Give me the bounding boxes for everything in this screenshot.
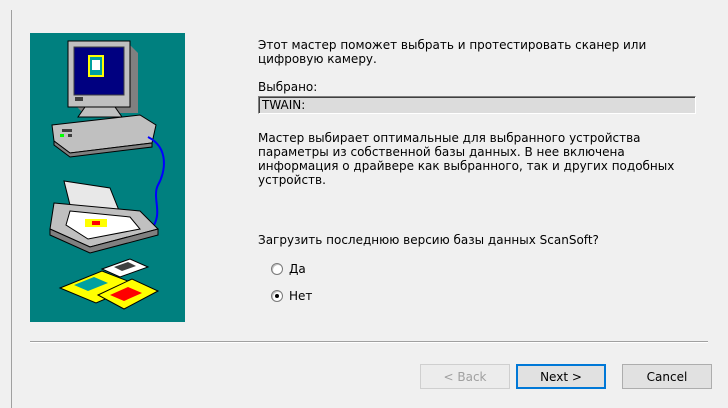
scanner-icon (49, 180, 159, 254)
photos-icon (58, 258, 160, 310)
wizard-intro-text: Этот мастер поможет выбрать и протестиро… (258, 38, 647, 66)
radio-button-yes[interactable] (271, 263, 283, 275)
wizard-description: Мастер выбирает оптимальные для выбранно… (258, 131, 675, 187)
window-border (11, 10, 12, 408)
next-button[interactable]: Next > (516, 364, 606, 389)
selected-device-field: TWAIN: (258, 96, 696, 114)
database-update-question: Загрузить последнюю версию базы данных S… (258, 233, 599, 247)
cancel-button[interactable]: Cancel (622, 364, 712, 389)
radio-button-no[interactable] (271, 290, 283, 302)
radio-label-yes: Да (289, 262, 306, 276)
radio-label-no: Нет (289, 289, 313, 303)
back-button[interactable]: < Back (420, 364, 510, 389)
selected-device-label: Выбрано: (258, 80, 318, 94)
button-area-divider (30, 341, 708, 343)
radio-option-no[interactable]: Нет (271, 289, 312, 303)
window-top-edge (0, 0, 728, 10)
scanner-setup-illustration (49, 40, 165, 310)
radio-option-yes[interactable]: Да (271, 262, 306, 276)
window-left-edge (0, 0, 11, 408)
wizard-illustration-panel (30, 33, 185, 322)
